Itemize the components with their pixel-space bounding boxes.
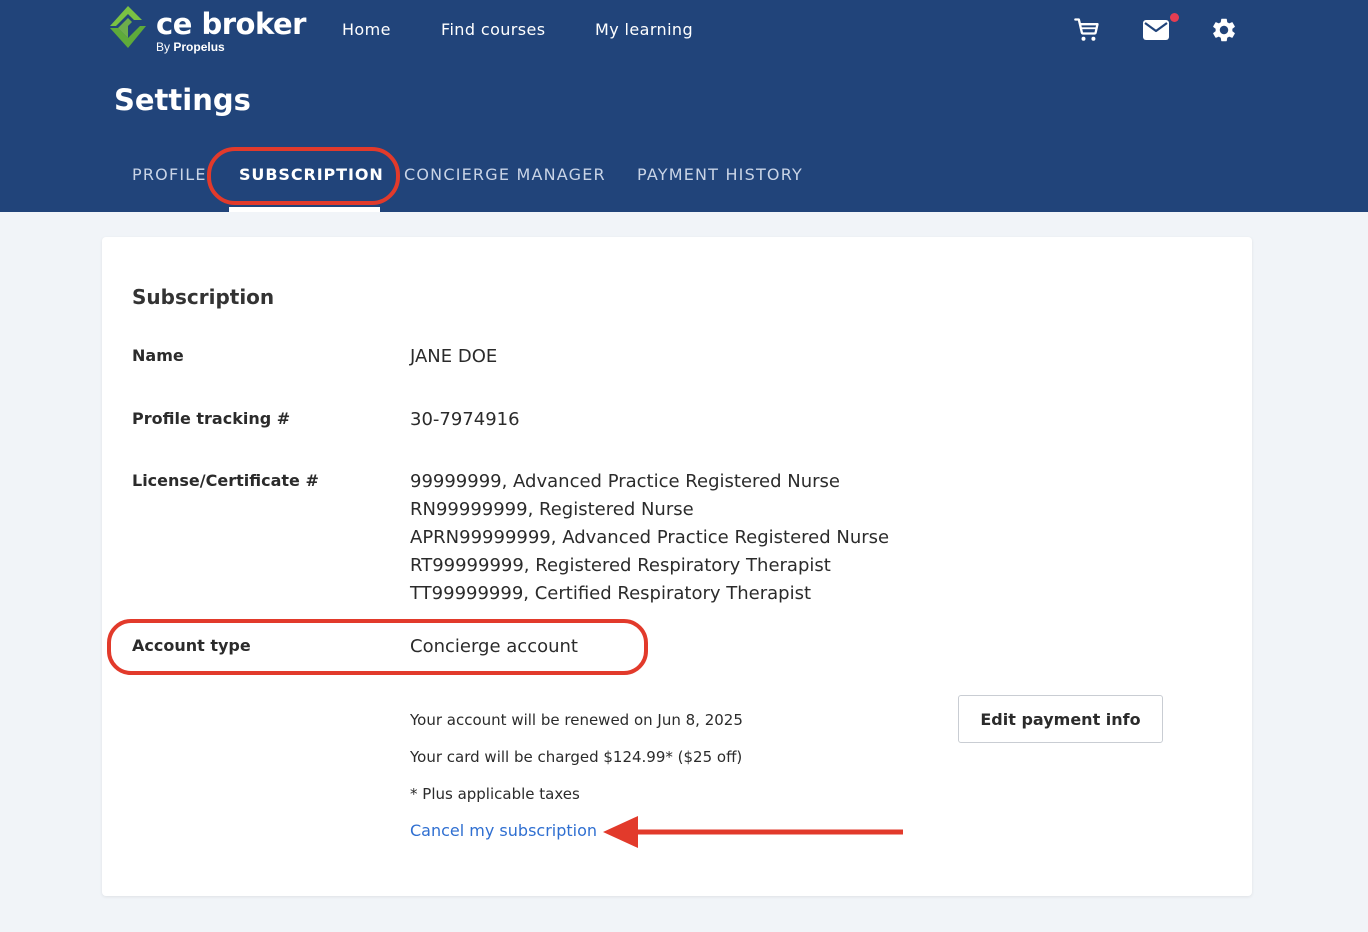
active-tab-indicator [229,207,380,212]
nav-my-learning-link[interactable]: My learning [595,19,693,41]
tab-profile[interactable]: PROFILE [132,163,207,187]
nav-find-courses-link[interactable]: Find courses [441,19,546,41]
license-item: RN99999999, Registered Nurse [410,499,694,520]
renewal-text: Your account will be renewed on Jun 8, 2… [410,711,743,729]
cancel-subscription-link[interactable]: Cancel my subscription [410,819,597,843]
annotation-arrow-icon [603,816,903,848]
logo-byline-company: Propelus [173,40,225,54]
mail-icon[interactable] [1142,18,1170,46]
tab-subscription[interactable]: SUBSCRIPTION [239,163,384,187]
tab-payment-history[interactable]: PAYMENT HISTORY [637,163,803,187]
notification-dot [1170,13,1179,22]
logo-mark-icon [110,6,146,48]
settings-gear-icon[interactable] [1210,16,1238,48]
license-item: TT99999999, Certified Respiratory Therap… [410,583,812,604]
logo-wordmark: ce broker [156,7,306,41]
ce-broker-logo[interactable]: ce broker By Propelus [106,6,306,56]
account-type-value: Concierge account [410,636,578,657]
profile-tracking-label: Profile tracking # [132,409,291,428]
edit-payment-info-button[interactable]: Edit payment info [958,695,1163,743]
logo-byline-prefix: By [156,40,171,54]
tab-concierge-manager[interactable]: CONCIERGE MANAGER [404,163,606,187]
license-item: 99999999, Advanced Practice Registered N… [410,471,840,492]
name-label: Name [132,346,184,365]
page-title: Settings [114,83,251,117]
name-value: JANE DOE [410,346,498,367]
license-label: License/Certificate # [132,471,319,490]
subscription-section-title: Subscription [132,285,275,309]
logo-byline: By Propelus [156,40,225,54]
license-list: 99999999, Advanced Practice Registered N… [410,468,889,608]
cart-icon[interactable] [1073,16,1101,48]
nav-home-link[interactable]: Home [342,19,391,41]
charge-text: Your card will be charged $124.99* ($25 … [410,748,743,766]
profile-tracking-value: 30-7974916 [410,409,520,430]
license-item: RT99999999, Registered Respiratory Thera… [410,555,831,576]
tax-note: * Plus applicable taxes [410,785,580,803]
license-item: APRN99999999, Advanced Practice Register… [410,527,890,548]
account-type-label: Account type [132,636,251,655]
